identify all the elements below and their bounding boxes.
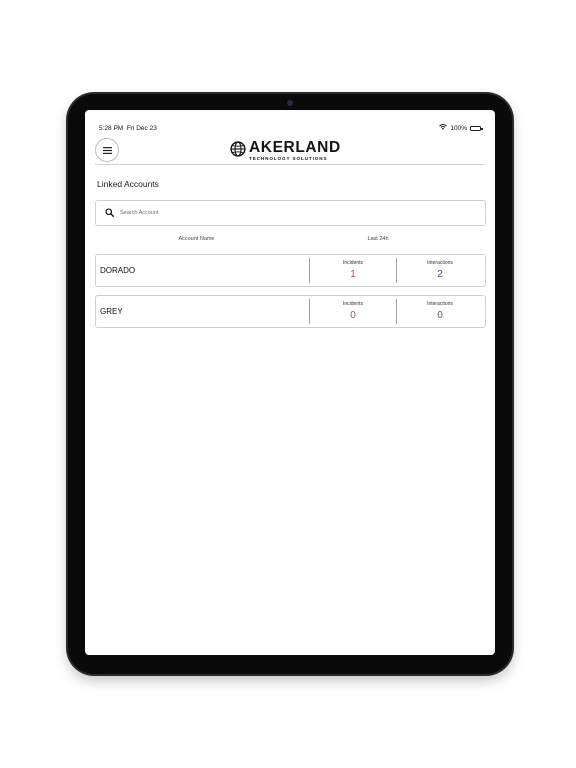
globe-icon (230, 140, 246, 162)
logo-tagline: TECHNOLOGY SOLUTIONS (249, 155, 328, 161)
search-icon (105, 204, 114, 222)
interactions-count: 2 (437, 269, 443, 280)
battery-icon (470, 125, 483, 131)
incidents-label: Incidents (342, 301, 363, 307)
page-title: Linked Accounts (97, 179, 159, 189)
status-left: 5:28 PM Fri Dec 23 (99, 125, 157, 132)
column-headers: Account Name Last 24h (95, 236, 486, 245)
interactions-label: Interactions (427, 301, 453, 307)
brand-logo: AKERLAND TECHNOLOGY SOLUTIONS (230, 140, 341, 162)
incidents-label: Incidents (342, 260, 363, 266)
logo-wordmark: AKERLAND (249, 139, 341, 157)
account-row-grey[interactable]: GREY Incidents 0 Interactions 0 (95, 295, 486, 328)
search-bar[interactable] (95, 200, 486, 226)
interactions-count: 0 (437, 310, 443, 321)
account-name: GREY (100, 307, 123, 316)
incidents-metric: Incidents 1 (309, 258, 396, 283)
app-screen: 5:28 PM Fri Dec 23 100% AKERLAND TECHNOL… (85, 110, 495, 655)
interactions-label: Interactions (427, 260, 453, 266)
wifi-icon (439, 124, 448, 132)
incidents-count: 1 (350, 269, 356, 280)
column-header-account-name: Account Name (178, 236, 215, 242)
logo-text: AKERLAND TECHNOLOGY SOLUTIONS (249, 140, 341, 161)
interactions-metric: Interactions 2 (396, 258, 483, 283)
search-input[interactable] (120, 210, 420, 216)
front-camera (287, 100, 293, 106)
incidents-count: 0 (350, 310, 356, 321)
status-bar: 5:28 PM Fri Dec 23 100% (99, 123, 483, 133)
column-header-last-24h: Last 24h (367, 236, 389, 242)
incidents-metric: Incidents 0 (309, 299, 396, 324)
account-name: DORADO (100, 266, 136, 275)
battery-percent: 100% (450, 124, 467, 132)
account-row-dorado[interactable]: DORADO Incidents 1 Interactions 2 (95, 254, 486, 287)
interactions-metric: Interactions 0 (396, 299, 483, 324)
header-divider (95, 164, 485, 165)
status-time: 5:28 PM (99, 124, 124, 132)
status-date: Fri Dec 23 (126, 124, 157, 132)
menu-button[interactable] (95, 138, 119, 162)
status-right: 100% (439, 124, 483, 132)
hamburger-menu-icon (102, 141, 112, 159)
